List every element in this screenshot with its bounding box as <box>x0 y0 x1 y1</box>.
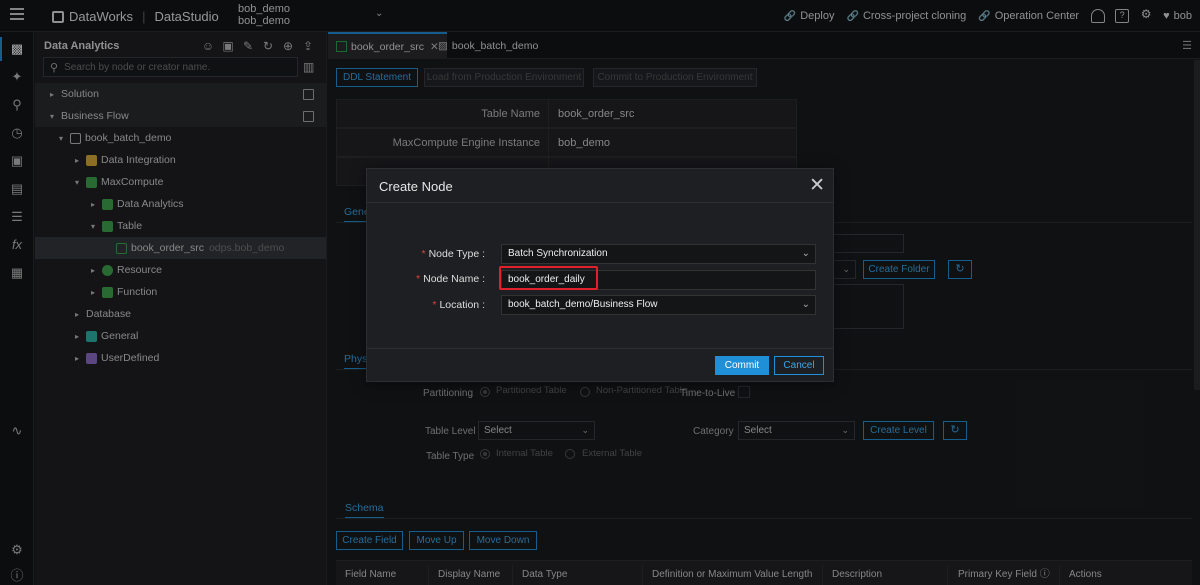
highlight-box <box>499 266 598 290</box>
create-node-dialog: Create Node ✕ * Node Type : Batch Synchro… <box>366 168 834 382</box>
location-select[interactable]: book_batch_demo/Business Flow ⌄ <box>501 295 816 315</box>
required-marker: * <box>416 273 421 285</box>
close-icon[interactable]: ✕ <box>809 174 825 197</box>
required-marker: * <box>432 299 437 311</box>
node-type-select[interactable]: Batch Synchronization ⌄ <box>501 244 816 264</box>
chevron-down-icon: ⌄ <box>801 299 810 310</box>
location-label: * Location : <box>367 299 485 311</box>
required-marker: * <box>421 248 426 260</box>
node-name-label-text: Node Name : <box>423 273 485 285</box>
commit-button[interactable]: Commit <box>715 356 769 375</box>
cancel-button[interactable]: Cancel <box>774 356 824 375</box>
dialog-footer-divider <box>367 348 833 349</box>
node-name-label: * Node Name : <box>367 273 485 285</box>
dialog-header: Create Node ✕ <box>367 169 833 203</box>
location-value: book_batch_demo/Business Flow <box>508 299 658 310</box>
node-type-value: Batch Synchronization <box>508 248 608 259</box>
chevron-down-icon: ⌄ <box>801 248 810 259</box>
node-type-label: * Node Type : <box>367 248 485 260</box>
dialog-title: Create Node <box>379 179 453 194</box>
node-type-label-text: Node Type : <box>428 248 485 260</box>
location-label-text: Location : <box>439 299 485 311</box>
